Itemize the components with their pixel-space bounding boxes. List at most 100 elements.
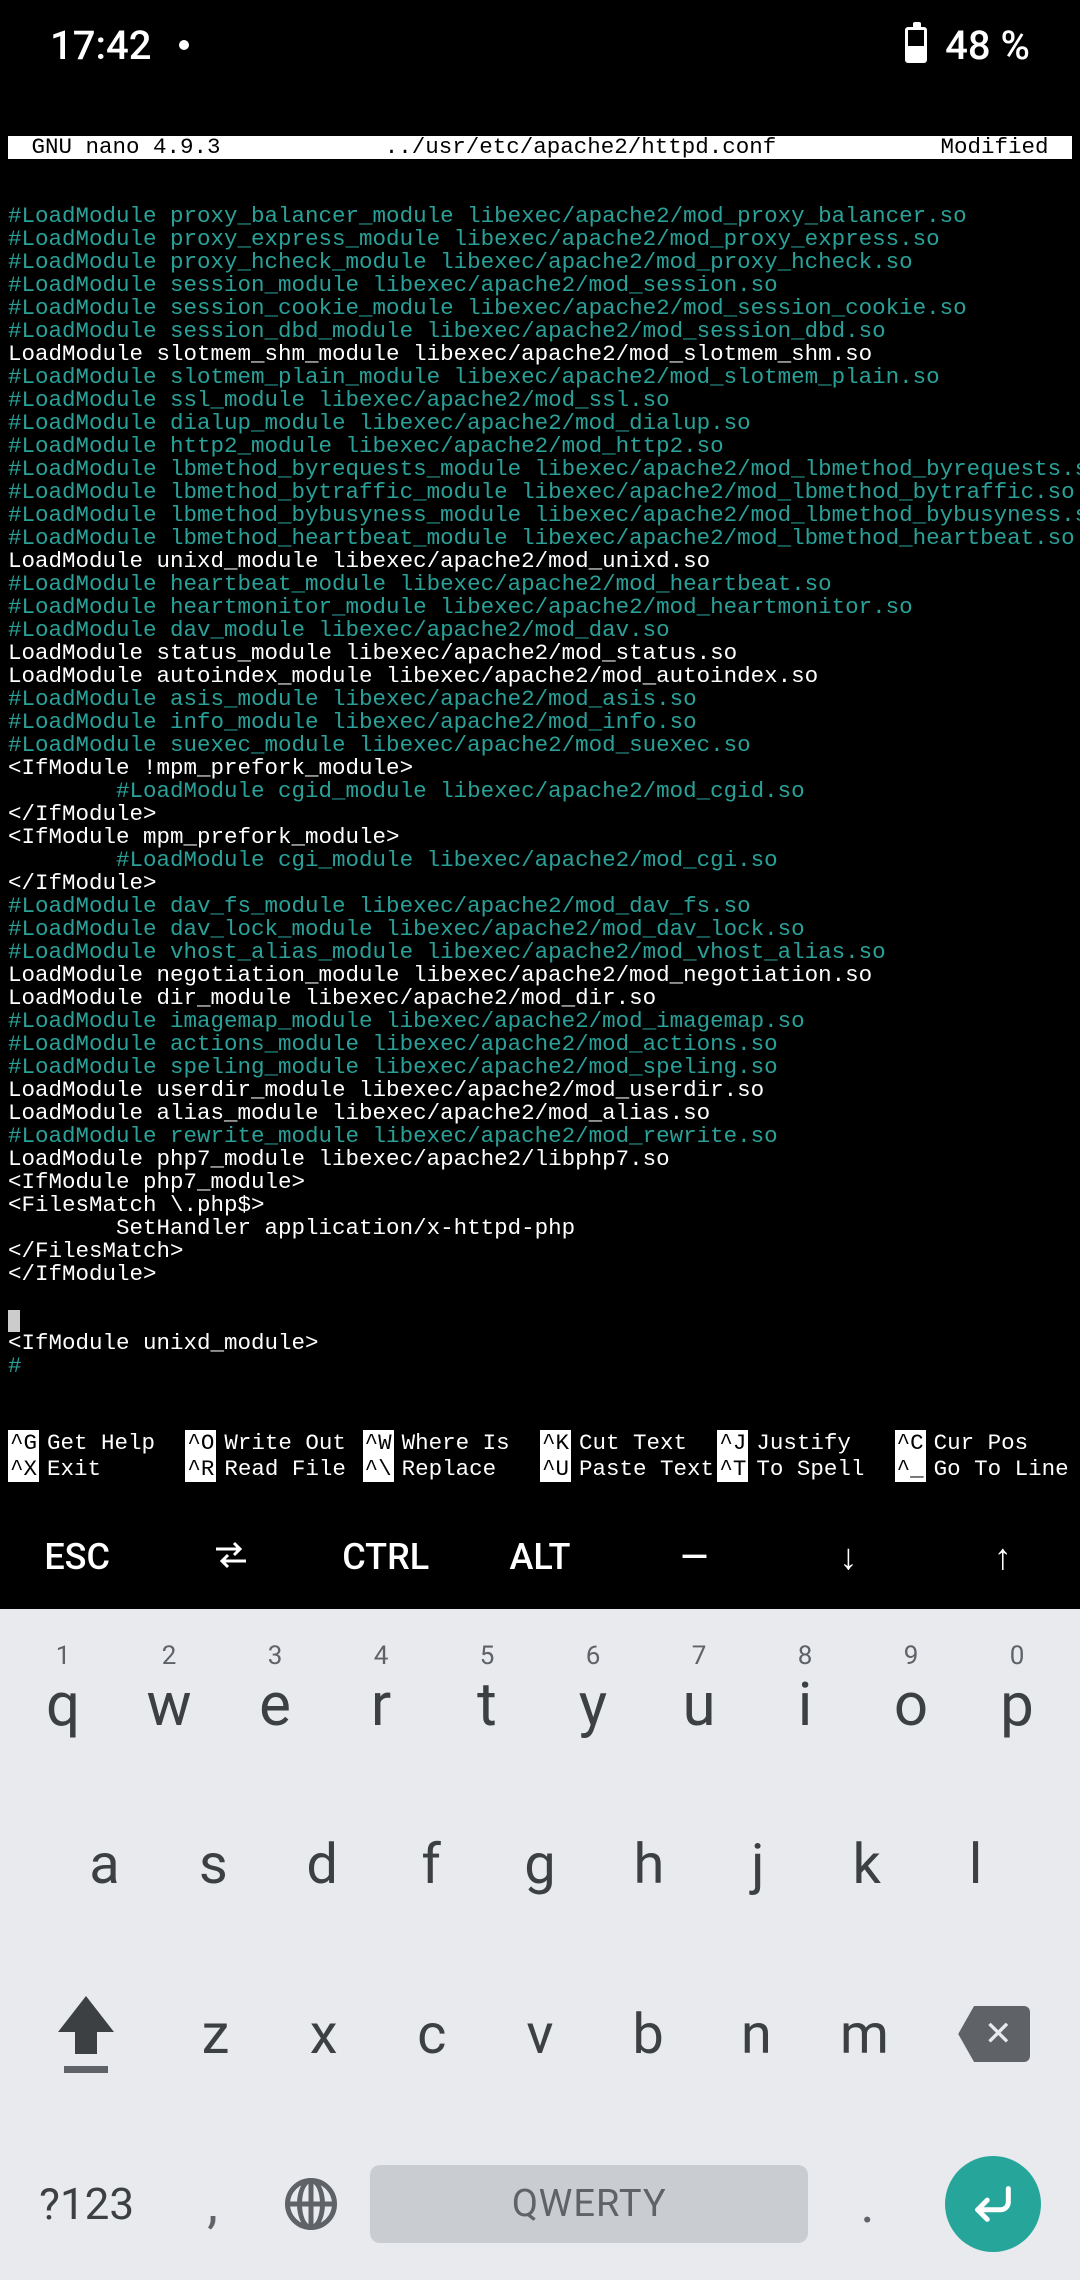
- editor-line: #LoadModule http2_module libexec/apache2…: [8, 435, 1072, 458]
- editor-line: </IfModule>: [8, 803, 1072, 826]
- key-superscript: 3: [268, 1641, 283, 1671]
- ctrl-key[interactable]: CTRL: [309, 1536, 463, 1578]
- symbols-label: ?123: [39, 2178, 134, 2230]
- up-key[interactable]: ↑: [926, 1536, 1080, 1578]
- editor-line: #LoadModule asis_module libexec/apache2/…: [8, 688, 1072, 711]
- shift-key[interactable]: [10, 1996, 161, 2073]
- period-label: .: [860, 2173, 874, 2236]
- key-d[interactable]: d: [268, 1779, 377, 1949]
- nano-help-key: ^\: [363, 1456, 394, 1482]
- globe-icon: [285, 2178, 337, 2230]
- space-key[interactable]: QWERTY: [370, 2165, 808, 2243]
- key-label: j: [751, 1831, 764, 1897]
- backspace-icon: ✕: [958, 2006, 1030, 2062]
- editor-line: #LoadModule heartbeat_module libexec/apa…: [8, 573, 1072, 596]
- key-label: i: [798, 1669, 813, 1740]
- key-label: r: [371, 1669, 391, 1740]
- editor-line: <IfModule unixd_module>: [8, 1332, 1072, 1355]
- editor-line: #LoadModule cgid_module libexec/apache2/…: [8, 780, 1072, 803]
- key-label: p: [1000, 1669, 1034, 1740]
- editor-line: #LoadModule lbmethod_bytraffic_module li…: [8, 481, 1072, 504]
- esc-key[interactable]: ESC: [0, 1536, 154, 1578]
- backspace-key[interactable]: ✕: [919, 2006, 1070, 2062]
- key-superscript: 9: [904, 1641, 919, 1671]
- key-y[interactable]: 6y: [540, 1629, 646, 1779]
- nano-help-label: Paste Text: [579, 1456, 714, 1482]
- tab-key[interactable]: [154, 1536, 308, 1578]
- key-h[interactable]: h: [594, 1779, 703, 1949]
- status-time: 17:42: [50, 22, 151, 69]
- nano-help-bar: ^GGet Help^OWrite Out^WWhere Is^KCut Tex…: [8, 1424, 1072, 1482]
- key-m[interactable]: m: [810, 1949, 918, 2119]
- key-l[interactable]: l: [921, 1779, 1030, 1949]
- symbols-key[interactable]: ?123: [10, 2119, 163, 2280]
- nano-help-item: ^CCur Pos: [895, 1430, 1072, 1456]
- editor-line: LoadModule negotiation_module libexec/ap…: [8, 964, 1072, 987]
- nano-help-item: ^_Go To Line: [895, 1456, 1072, 1482]
- key-x[interactable]: x: [270, 1949, 378, 2119]
- nano-help-key: ^_: [895, 1456, 926, 1482]
- nano-help-label: Get Help: [47, 1430, 155, 1456]
- key-superscript: 7: [692, 1641, 707, 1671]
- nano-editor-body[interactable]: #LoadModule proxy_balancer_module libexe…: [8, 205, 1072, 1378]
- key-u[interactable]: 7u: [646, 1629, 752, 1779]
- terminal-view[interactable]: GNU nano 4.9.3 ../usr/etc/apache2/httpd.…: [8, 90, 1072, 1505]
- nano-help-item: ^UPaste Text: [540, 1456, 717, 1482]
- key-b[interactable]: b: [594, 1949, 702, 2119]
- nano-help-item: ^WWhere Is: [363, 1430, 540, 1456]
- key-r[interactable]: 4r: [328, 1629, 434, 1779]
- nano-help-label: Write Out: [224, 1430, 346, 1456]
- enter-key[interactable]: [917, 2156, 1070, 2252]
- editor-line: <IfModule php7_module>: [8, 1171, 1072, 1194]
- key-n[interactable]: n: [702, 1949, 810, 2119]
- nano-help-key: ^G: [8, 1430, 39, 1456]
- key-label: c: [417, 2001, 446, 2067]
- editor-line: <FilesMatch \.php$>: [8, 1194, 1072, 1217]
- down-key[interactable]: ↓: [771, 1536, 925, 1578]
- editor-line: #LoadModule dav_lock_module libexec/apac…: [8, 918, 1072, 941]
- editor-line: #LoadModule proxy_express_module libexec…: [8, 228, 1072, 251]
- editor-line: <IfModule !mpm_prefork_module>: [8, 757, 1072, 780]
- key-label: m: [840, 2001, 889, 2067]
- key-e[interactable]: 3e: [222, 1629, 328, 1779]
- key-g[interactable]: g: [486, 1779, 595, 1949]
- language-key[interactable]: [262, 2119, 361, 2280]
- editor-line: [8, 1286, 1072, 1309]
- key-label: y: [579, 1669, 607, 1740]
- editor-line: #LoadModule lbmethod_bybusyness_module l…: [8, 504, 1072, 527]
- alt-key[interactable]: ALT: [463, 1536, 617, 1578]
- key-v[interactable]: v: [486, 1949, 594, 2119]
- nano-help-label: Replace: [402, 1456, 497, 1482]
- period-key[interactable]: .: [818, 2119, 917, 2280]
- editor-line: #LoadModule vhost_alias_module libexec/a…: [8, 941, 1072, 964]
- key-superscript: 8: [798, 1641, 813, 1671]
- nano-help-label: Where Is: [402, 1430, 510, 1456]
- comma-key[interactable]: ,: [163, 2119, 262, 2280]
- editor-line: #LoadModule proxy_hcheck_module libexec/…: [8, 251, 1072, 274]
- nano-help-label: To Spell: [756, 1456, 864, 1482]
- key-w[interactable]: 2w: [116, 1629, 222, 1779]
- key-i[interactable]: 8i: [752, 1629, 858, 1779]
- key-a[interactable]: a: [50, 1779, 159, 1949]
- dash-key[interactable]: —: [617, 1536, 771, 1578]
- key-j[interactable]: j: [703, 1779, 812, 1949]
- key-k[interactable]: k: [812, 1779, 921, 1949]
- key-z[interactable]: z: [161, 1949, 269, 2119]
- key-o[interactable]: 9o: [858, 1629, 964, 1779]
- editor-line: </FilesMatch>: [8, 1240, 1072, 1263]
- editor-line: #LoadModule session_cookie_module libexe…: [8, 297, 1072, 320]
- key-c[interactable]: c: [378, 1949, 486, 2119]
- editor-line: #LoadModule cgi_module libexec/apache2/m…: [8, 849, 1072, 872]
- key-q[interactable]: 1q: [10, 1629, 116, 1779]
- editor-line: LoadModule alias_module libexec/apache2/…: [8, 1102, 1072, 1125]
- key-s[interactable]: s: [159, 1779, 268, 1949]
- status-bar: 17:42 48 %: [0, 0, 1080, 90]
- key-p[interactable]: 0p: [964, 1629, 1070, 1779]
- nano-modified-flag: Modified: [940, 136, 1072, 159]
- editor-line: #LoadModule proxy_balancer_module libexe…: [8, 205, 1072, 228]
- key-t[interactable]: 5t: [434, 1629, 540, 1779]
- key-label: b: [632, 2001, 663, 2067]
- key-f[interactable]: f: [377, 1779, 486, 1949]
- editor-line: #LoadModule lbmethod_byrequests_module l…: [8, 458, 1072, 481]
- key-label: g: [524, 1831, 555, 1897]
